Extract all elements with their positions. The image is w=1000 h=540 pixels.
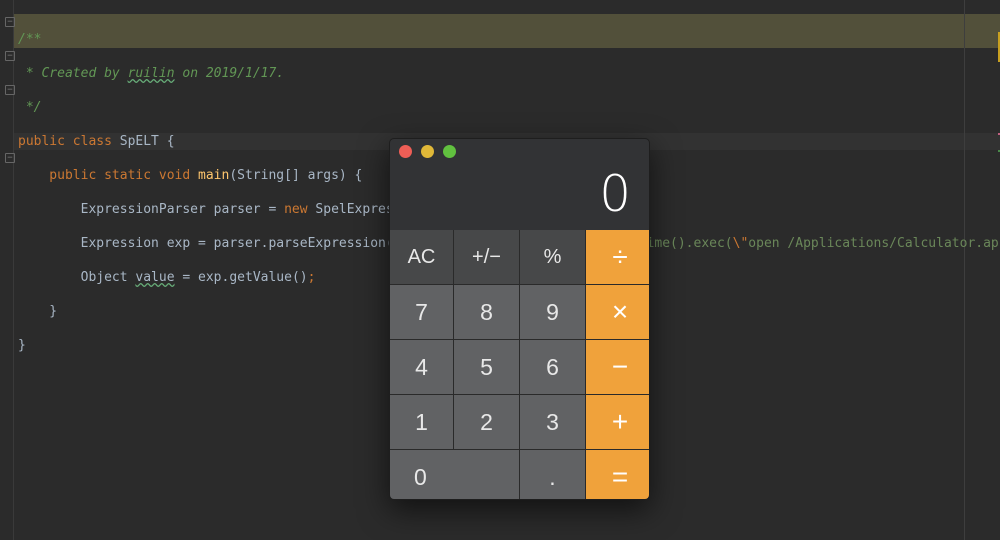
digit-6-button[interactable]: 6: [520, 340, 585, 394]
code-text: }: [18, 304, 58, 319]
code-line: */: [18, 99, 999, 116]
code-text: Expression exp = parser.parseExpression(: [18, 236, 402, 251]
subtract-button[interactable]: −: [586, 340, 649, 394]
calculator-display: 0: [599, 165, 631, 223]
string-literal: open /Applications/Calculator.ap: [748, 236, 999, 251]
code-text: Object: [18, 270, 136, 285]
digit-2-button[interactable]: 2: [454, 395, 519, 449]
escape-sequence: \": [732, 236, 749, 251]
keyword: public class: [18, 134, 120, 149]
unused-variable: value: [135, 270, 175, 285]
semicolon: ;: [307, 270, 316, 285]
multiply-button[interactable]: ×: [586, 285, 649, 339]
comment-text: /**: [18, 32, 42, 47]
digit-8-button[interactable]: 8: [454, 285, 519, 339]
digit-9-button[interactable]: 9: [520, 285, 585, 339]
keyword: new: [284, 202, 316, 217]
comment-text: */: [18, 100, 42, 115]
comment-text: on 2019/1/17.: [174, 66, 285, 81]
code-text: (String[] args) {: [229, 168, 363, 183]
digit-3-button[interactable]: 3: [520, 395, 585, 449]
keypad: AC +/− % ÷ 7 8 9 × 4 5 6 − 1 2 3 + 0 . =: [390, 230, 649, 499]
close-button[interactable]: [399, 145, 412, 158]
code-line: /**: [18, 31, 999, 48]
percent-button[interactable]: %: [520, 230, 585, 284]
code-text: ExpressionParser parser =: [18, 202, 285, 217]
sign-button[interactable]: +/−: [454, 230, 519, 284]
code-text: }: [18, 338, 26, 353]
zoom-button[interactable]: [443, 145, 456, 158]
fold-icon[interactable]: −: [5, 153, 15, 163]
code-text: = exp.getValue(): [174, 270, 308, 285]
minimize-button[interactable]: [421, 145, 434, 158]
equals-button[interactable]: =: [586, 450, 649, 499]
comment-text: * Created by: [18, 66, 128, 81]
gutter: [13, 0, 14, 540]
author-name: ruilin: [127, 66, 175, 81]
digit-1-button[interactable]: 1: [390, 395, 453, 449]
decimal-button[interactable]: .: [520, 450, 585, 499]
digit-4-button[interactable]: 4: [390, 340, 453, 394]
code-line: * Created by ruilin on 2019/1/17.: [18, 65, 999, 82]
calculator-window: 0 AC +/− % ÷ 7 8 9 × 4 5 6 − 1 2 3 + 0 .…: [389, 138, 650, 500]
clear-button[interactable]: AC: [390, 230, 453, 284]
fold-icon[interactable]: −: [5, 17, 15, 27]
divide-button[interactable]: ÷: [586, 230, 649, 284]
digit-7-button[interactable]: 7: [390, 285, 453, 339]
digit-0-button[interactable]: 0: [390, 450, 519, 499]
digit-5-button[interactable]: 5: [454, 340, 519, 394]
keyword: public static void: [18, 168, 199, 183]
add-button[interactable]: +: [586, 395, 649, 449]
fold-icon[interactable]: −: [5, 85, 15, 95]
code-text: SpELT {: [119, 134, 175, 149]
fold-icon[interactable]: −: [5, 51, 15, 61]
method-name: main: [198, 168, 230, 183]
